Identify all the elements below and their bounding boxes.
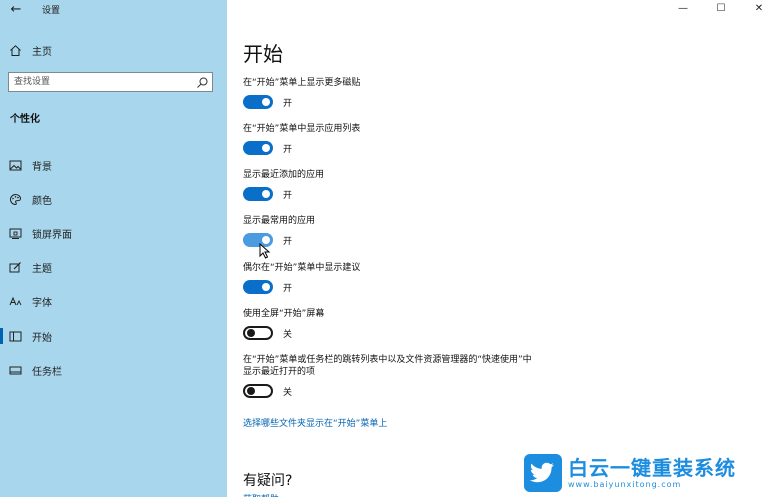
titlebar-left: ← 设置 — [0, 0, 227, 20]
page-title: 开始 — [243, 42, 283, 66]
back-arrow-icon: ← — [10, 2, 22, 17]
sidebar-item-label: 锁屏界面 — [32, 229, 72, 241]
search-box[interactable] — [8, 72, 213, 92]
back-button[interactable]: ← — [8, 2, 24, 18]
toggle-knob — [262, 190, 270, 198]
settings-window: ← 设置 主页 个性化 — [0, 0, 778, 497]
setting-fullscreen-start: 使用全屏“开始”屏幕 关 — [243, 308, 324, 340]
sidebar-item-label: 主页 — [32, 46, 52, 58]
setting-label-line2: 显示最近打开的项 — [243, 367, 316, 377]
home-icon — [8, 43, 22, 57]
toggle-recent-items[interactable] — [243, 384, 273, 398]
toggle-state-label: 关 — [283, 329, 293, 340]
window-controls: — ☐ ✕ — [664, 0, 778, 18]
setting-more-tiles: 在“开始”菜单上显示更多磁贴 开 — [243, 77, 360, 109]
app-title: 设置 — [42, 6, 61, 16]
search-icon[interactable] — [195, 75, 209, 89]
sidebar-item-label: 颜色 — [32, 195, 52, 207]
sidebar-item-label: 开始 — [32, 332, 52, 344]
toggle-row: 关 — [243, 384, 532, 398]
palette-icon — [8, 192, 22, 206]
mouse-cursor-icon — [259, 243, 271, 259]
picture-icon — [8, 158, 22, 172]
sidebar: ← 设置 主页 个性化 — [0, 0, 227, 497]
toggle-recently-added[interactable] — [243, 187, 273, 201]
sidebar-item-fonts[interactable]: 字体 — [0, 285, 227, 319]
taskbar-icon — [8, 363, 22, 377]
toggle-row: 开 — [243, 95, 360, 109]
toggle-state-label: 开 — [283, 236, 293, 247]
setting-label-line1: 在“开始”菜单或任务栏的跳转列表中以及文件资源管理器的“快速使用”中 — [243, 355, 532, 365]
sidebar-item-start[interactable]: 开始 — [0, 319, 227, 353]
lockscreen-icon — [8, 226, 22, 240]
setting-label: 使用全屏“开始”屏幕 — [243, 309, 325, 319]
setting-suggestions: 偶尔在“开始”菜单中显示建议 开 — [243, 262, 360, 294]
toggle-knob — [247, 387, 255, 395]
toggle-knob — [262, 98, 270, 106]
minimize-button[interactable]: — — [664, 0, 702, 18]
setting-label: 在“开始”菜单中显示应用列表 — [243, 124, 361, 134]
toggle-fullscreen-start[interactable] — [243, 326, 273, 340]
sidebar-item-label: 背景 — [32, 161, 52, 173]
sidebar-item-colors[interactable]: 颜色 — [0, 182, 227, 216]
sidebar-item-label: 字体 — [32, 298, 52, 310]
setting-recently-added: 显示最近添加的应用 开 — [243, 169, 324, 201]
search-input[interactable] — [9, 73, 194, 91]
setting-app-list: 在“开始”菜单中显示应用列表 开 — [243, 123, 360, 155]
toggle-knob — [262, 144, 270, 152]
watermark-url: www.baiyunxitong.com — [568, 480, 682, 489]
setting-label: 在“开始”菜单上显示更多磁贴 — [243, 78, 361, 88]
sidebar-item-theme[interactable]: 主题 — [0, 251, 227, 285]
toggle-state-label: 关 — [283, 387, 293, 398]
watermark-text: 白云一键重装系统 www.baiyunxitong.com — [568, 456, 736, 490]
sidebar-item-label: 主题 — [32, 264, 52, 276]
maximize-button[interactable]: ☐ — [702, 0, 740, 18]
bird-logo-icon — [524, 454, 562, 492]
theme-icon — [8, 261, 22, 275]
setting-most-used: 显示最常用的应用 开 — [243, 215, 315, 247]
get-help-link[interactable]: 获取帮助 — [243, 492, 279, 497]
close-button[interactable]: ✕ — [740, 0, 778, 18]
toggle-state-label: 开 — [283, 283, 293, 294]
question-heading: 有疑问? — [243, 473, 293, 489]
setting-label: 显示最近添加的应用 — [243, 170, 325, 180]
main-content: — ☐ ✕ 开始 在“开始”菜单上显示更多磁贴 开 在“开始”菜单中显示应用列表… — [227, 0, 778, 497]
toggle-row: 开 — [243, 233, 315, 247]
watermark: 白云一键重装系统 www.baiyunxitong.com — [524, 452, 772, 494]
toggle-knob — [247, 329, 255, 337]
toggle-state-label: 开 — [283, 98, 293, 109]
setting-recent-items: 在“开始”菜单或任务栏的跳转列表中以及文件资源管理器的“快速使用”中 显示最近打… — [243, 354, 532, 398]
toggle-row: 开 — [243, 141, 360, 155]
sidebar-item-background[interactable]: 背景 — [0, 148, 227, 182]
toggle-row: 开 — [243, 187, 324, 201]
setting-label: 显示最常用的应用 — [243, 216, 316, 226]
setting-label: 偶尔在“开始”菜单中显示建议 — [243, 263, 361, 273]
start-icon — [8, 329, 22, 343]
toggle-knob — [262, 283, 270, 291]
watermark-title: 白云一键重装系统 — [568, 456, 736, 480]
sidebar-item-lockscreen[interactable]: 锁屏界面 — [0, 216, 227, 250]
sidebar-nav-list: 背景 颜色 锁屏界面 主题 字体 开始 任务栏 — [0, 148, 227, 387]
toggle-row: 开 — [243, 280, 360, 294]
choose-folders-link[interactable]: 选择哪些文件夹显示在“开始”菜单上 — [243, 416, 387, 429]
sidebar-item-label: 任务栏 — [32, 366, 62, 378]
toggle-suggestions[interactable] — [243, 280, 273, 294]
toggle-state-label: 开 — [283, 190, 293, 201]
toggle-more-tiles[interactable] — [243, 95, 273, 109]
font-icon — [8, 295, 22, 309]
toggle-row: 关 — [243, 326, 324, 340]
sidebar-item-home[interactable]: 主页 — [8, 42, 52, 58]
toggle-state-label: 开 — [283, 144, 293, 155]
sidebar-item-taskbar[interactable]: 任务栏 — [0, 353, 227, 387]
toggle-app-list[interactable] — [243, 141, 273, 155]
section-title: 个性化 — [10, 114, 40, 125]
